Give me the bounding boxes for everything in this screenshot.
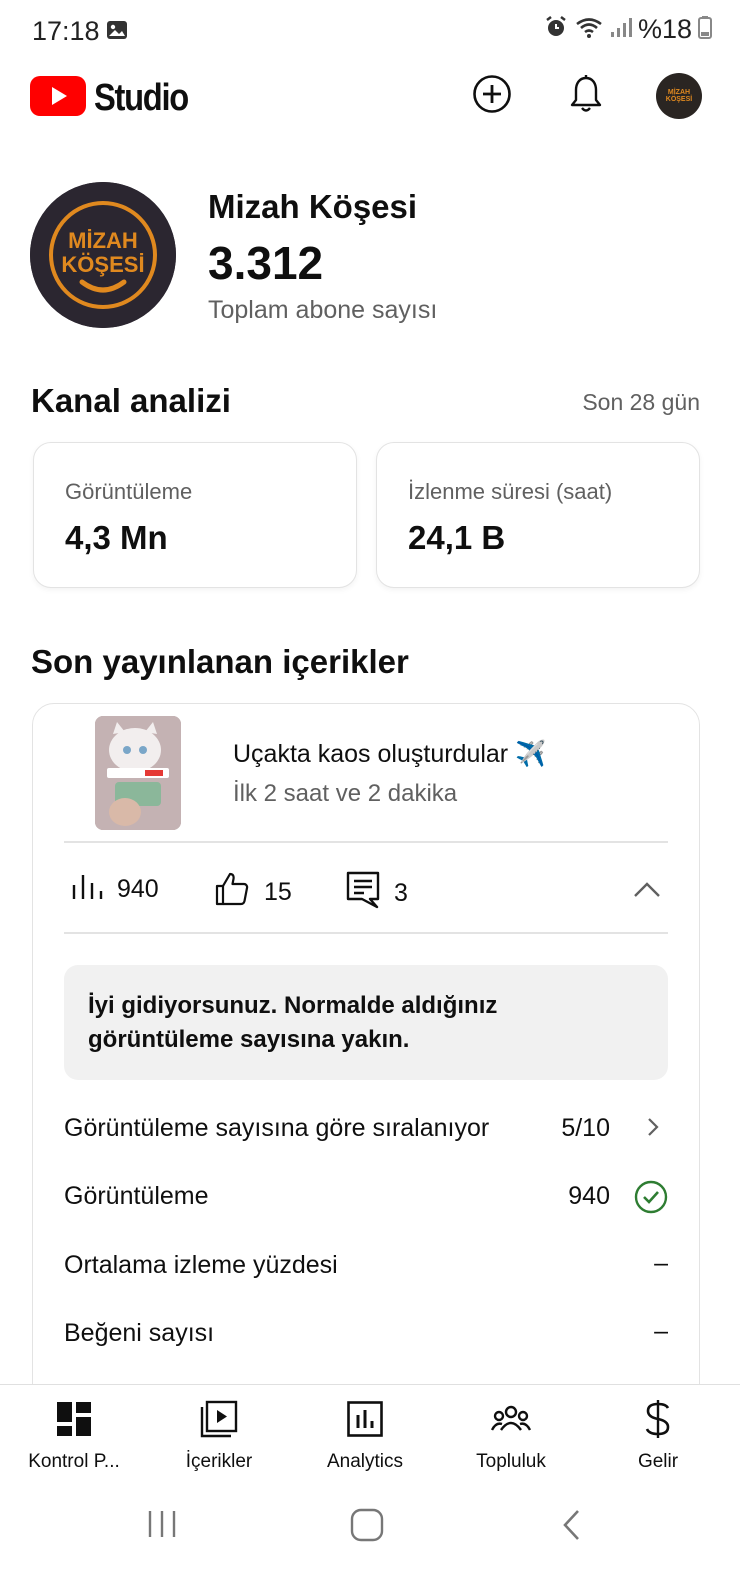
avatar-text-line2: KÖŞESİ	[61, 252, 144, 277]
row-label: Beğeni sayısı	[64, 1319, 215, 1347]
check-circle-icon	[634, 1180, 668, 1221]
notifications-button[interactable]	[562, 72, 610, 120]
youtube-studio-logo[interactable]: Studio	[30, 76, 203, 121]
bottom-navigation: Kontrol P... İçerikler Analytics Toplulu…	[0, 1384, 740, 1484]
likes-count: 15	[264, 878, 292, 906]
gallery-icon	[106, 20, 128, 45]
content-icon	[159, 1399, 279, 1439]
comments-metric: 3	[346, 871, 408, 916]
views-count: 940	[117, 875, 159, 903]
watch-time-card[interactable]: İzlenme süresi (saat) 24,1 B	[376, 442, 700, 588]
app-header: Studio MİZAH KÖŞESİ	[0, 62, 740, 134]
recent-content-title: Son yayınlanan içerikler	[31, 643, 409, 680]
divider	[64, 841, 668, 843]
analytics-title: Kanal analizi	[31, 382, 231, 419]
video-timeframe: İlk 2 saat ve 2 dakika	[233, 780, 458, 807]
dollar-icon	[598, 1399, 718, 1439]
battery-percent: %18	[637, 14, 692, 44]
nav-community[interactable]: Topluluk	[451, 1399, 571, 1473]
thumbs-up-icon	[214, 871, 264, 914]
battery-icon	[698, 15, 712, 44]
create-button[interactable]	[468, 72, 516, 120]
subscriber-label: Toplam abone sayısı	[208, 296, 438, 324]
stat-value: 4,3 Mn	[65, 519, 168, 556]
status-bar: 17:18 %18	[0, 0, 740, 62]
stat-label: İzlenme süresi (saat)	[408, 479, 613, 504]
back-icon[interactable]	[560, 1508, 584, 1547]
row-label: Ortalama izleme yüzdesi	[64, 1251, 338, 1279]
ranking-row[interactable]: Görüntüleme sayısına göre sıralanıyor 5/…	[64, 1108, 668, 1148]
views-metric: 940	[71, 871, 159, 908]
row-value: –	[654, 1249, 668, 1277]
home-icon[interactable]	[350, 1508, 384, 1547]
nav-label: Topluluk	[476, 1451, 546, 1472]
likes-row: Beğeni sayısı –	[64, 1313, 668, 1353]
analytics-period: Son 28 gün	[582, 389, 700, 415]
chevron-up-icon[interactable]	[633, 880, 661, 903]
performance-tip: İyi gidiyorsunuz. Normalde aldığınız gör…	[64, 965, 668, 1080]
row-label: Görüntüleme	[64, 1182, 209, 1210]
analytics-icon	[305, 1399, 425, 1439]
nav-analytics[interactable]: Analytics	[305, 1399, 425, 1473]
avatar-logo-text: MİZAH KÖŞESİ	[665, 89, 693, 103]
signal-icon	[610, 16, 632, 43]
nav-label: İçerikler	[185, 1451, 253, 1472]
recent-apps-icon[interactable]	[146, 1508, 178, 1545]
row-value: 5/10	[561, 1114, 610, 1142]
row-value: –	[654, 1317, 668, 1345]
system-navigation	[0, 1484, 740, 1586]
nav-label: Kontrol P...	[28, 1451, 120, 1472]
nav-dashboard[interactable]: Kontrol P...	[14, 1399, 134, 1473]
avg-view-percentage-row: Ortalama izleme yüzdesi –	[64, 1245, 668, 1285]
views-card[interactable]: Görüntüleme 4,3 Mn	[33, 442, 357, 588]
divider	[64, 932, 668, 934]
account-avatar[interactable]: MİZAH KÖŞESİ	[656, 73, 702, 119]
nav-label: Gelir	[637, 1451, 679, 1472]
alarm-icon	[544, 15, 568, 44]
comments-count: 3	[394, 879, 408, 907]
video-title[interactable]: Uçakta kaos oluşturdular ✈️	[233, 740, 546, 769]
row-label: Görüntüleme sayısına göre sıralanıyor	[64, 1114, 490, 1142]
bar-chart-icon	[71, 871, 117, 908]
subscriber-count: 3.312	[208, 237, 324, 289]
nav-earn[interactable]: Gelir	[598, 1399, 718, 1473]
channel-summary: MİZAH KÖŞESİ Mizah Köşesi 3.312 Toplam a…	[0, 180, 740, 330]
stat-value: 24,1 B	[408, 519, 506, 556]
avatar-text-line1: MİZAH	[68, 228, 138, 253]
nav-content[interactable]: İçerikler	[159, 1399, 279, 1473]
comment-icon	[346, 871, 394, 916]
channel-name: Mizah Köşesi	[208, 188, 418, 225]
dashboard-icon	[14, 1399, 134, 1439]
views-row: Görüntüleme 940	[64, 1176, 668, 1216]
status-time: 17:18	[32, 16, 100, 46]
bell-icon	[568, 74, 604, 119]
likes-metric: 15	[214, 871, 292, 914]
recent-video-card: Uçakta kaos oluşturdular ✈️ İlk 2 saat v…	[32, 703, 700, 1423]
community-icon	[451, 1399, 571, 1439]
app-name: Studio	[94, 77, 189, 119]
chevron-right-icon	[638, 1112, 668, 1149]
stat-label: Görüntüleme	[65, 479, 193, 504]
add-circle-icon	[472, 74, 512, 119]
wifi-icon	[574, 15, 604, 44]
row-value: 940	[568, 1182, 610, 1210]
video-thumbnail[interactable]	[95, 716, 181, 830]
youtube-play-icon	[30, 76, 86, 121]
nav-label: Analytics	[326, 1451, 404, 1472]
channel-avatar[interactable]: MİZAH KÖŞESİ	[30, 182, 176, 328]
